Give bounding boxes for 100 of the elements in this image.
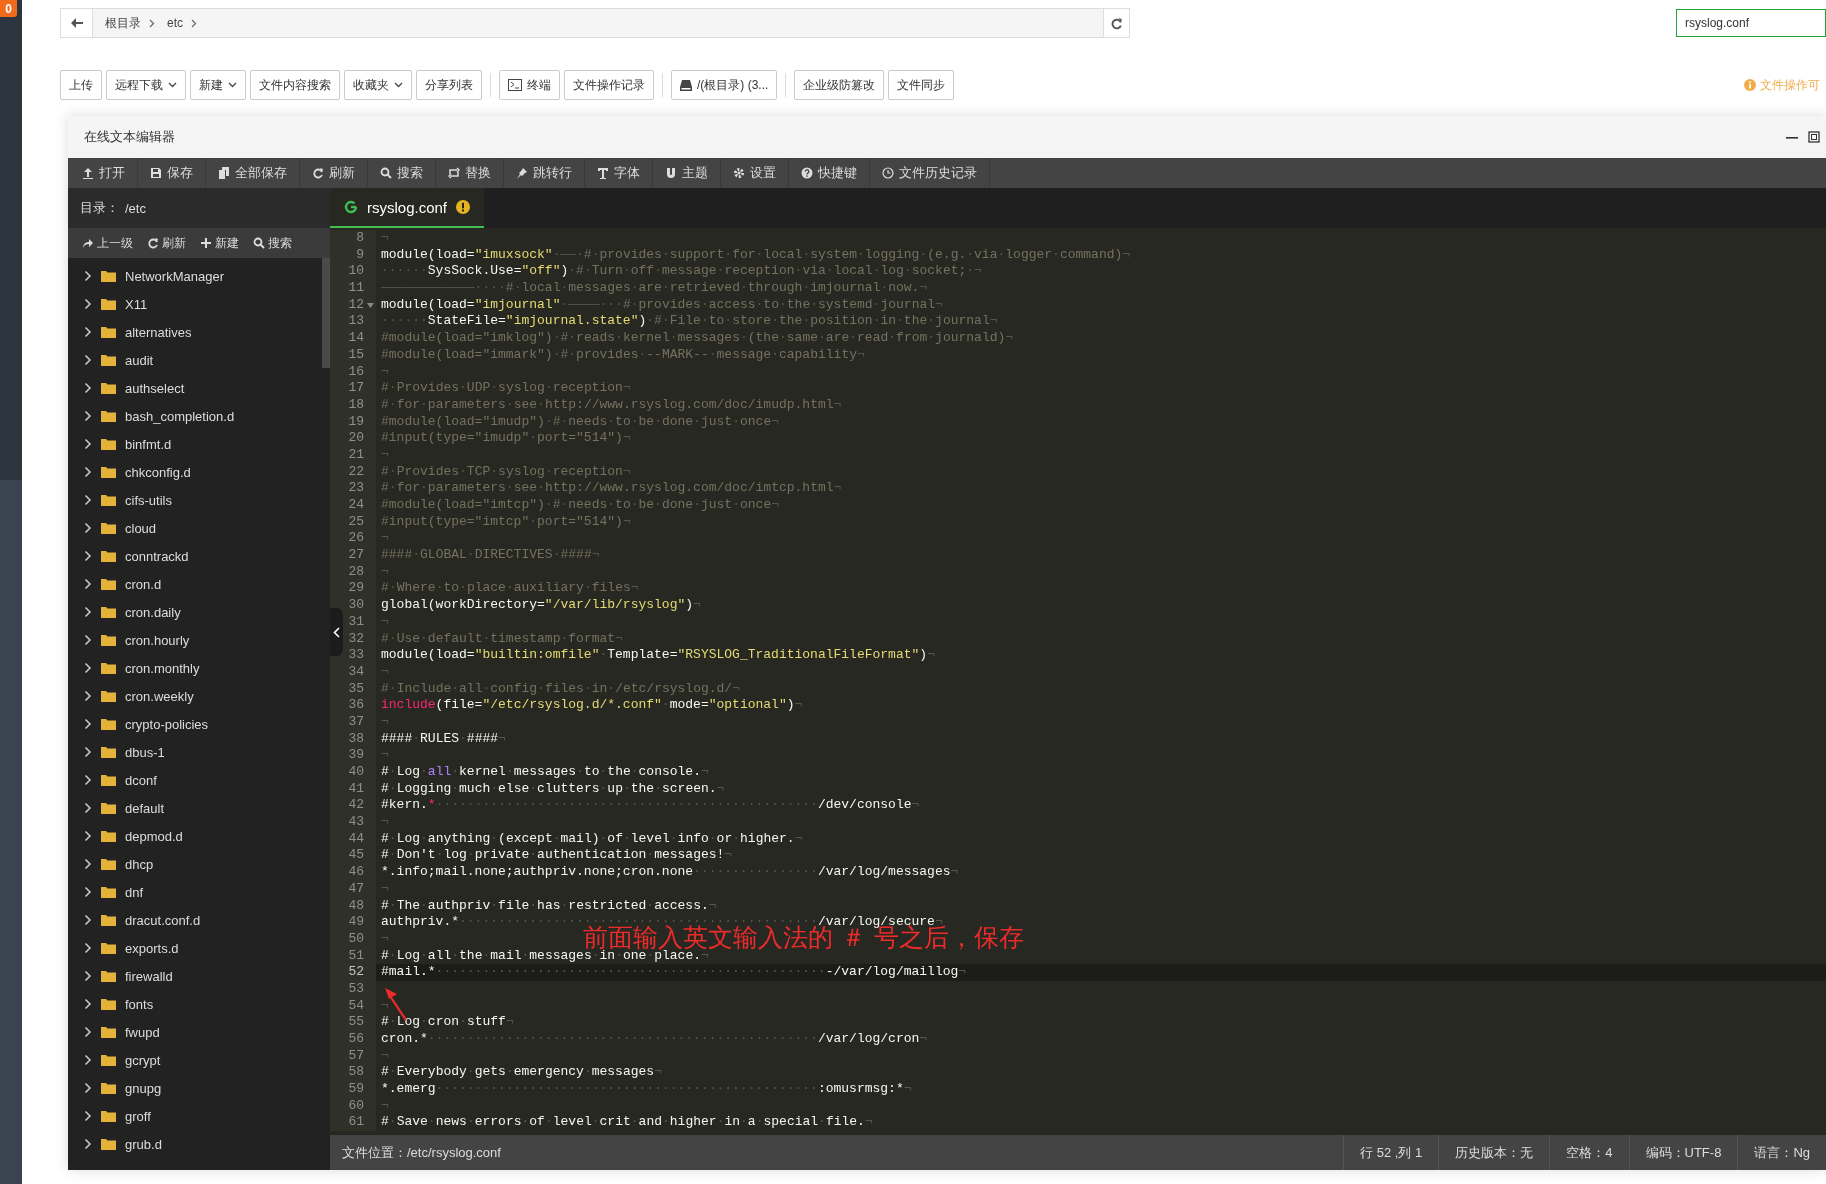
tree-item[interactable]: cron.d [68,570,320,598]
code-line: include(file="/etc/rsyslog.d/*.conf"·mode="optional")¬ [380,697,803,714]
search-field[interactable]: rsyslog.conf [1676,9,1826,37]
toolbar-button[interactable]: 文件内容搜索 [250,70,340,100]
code-line: *.info;mail.none;authpriv.none;cron.none················/var/log/messages¬ [380,864,959,881]
fold-icon[interactable] [367,302,374,308]
tree-item[interactable]: grub.d [68,1130,320,1158]
folder-icon [101,690,116,702]
folder-icon [101,802,116,814]
code-line: #·Where·to·place·auxiliary·files¬ [380,580,639,598]
tree-item[interactable]: exports.d [68,934,320,962]
back-button[interactable] [61,9,93,37]
toolbar-button[interactable]: /(根目录) (3... [671,70,778,100]
line-number: 10 [330,263,376,281]
refresh-badge-icon [344,200,358,214]
toolbar-button[interactable]: 收藏夹 [344,70,412,100]
code-line: ####·GLOBAL·DIRECTIVES·####¬ [380,547,600,564]
code-line: #module(load="imudp")·#·needs·to·be·done·just·once¬ [380,413,780,431]
toolbar-button[interactable]: 终端 [499,70,560,100]
code-line: module(load="imuxsock"·——·#·provides·support·for·local·system·logging·(e.g.·via·logger·command)¬ [380,246,1131,264]
sidebar-action[interactable]: 刷新 [141,228,192,258]
code-line: #·for·parameters·see·http://www.rsyslog.com/doc/imtcp.html¬ [380,480,842,497]
code-line: ¬ [380,930,389,948]
tree-item[interactable]: firewalld [68,962,320,990]
tree-item[interactable]: authselect [68,374,320,402]
refresh-button[interactable] [1103,9,1129,37]
maximize-icon[interactable] [1808,131,1820,143]
tree-item[interactable]: gnupg [68,1074,320,1102]
tree-item[interactable]: dbus-1 [68,738,320,766]
toolbar-button[interactable]: 分享列表 [416,70,482,100]
tree-item[interactable]: dnf [68,878,320,906]
code-line: #·Save·news·errors·of·level·crit·and·higher·in·a·special·file.¬ [380,1114,873,1132]
tree-item[interactable]: X11 [68,290,320,318]
terminal-icon [508,79,522,91]
tree-item[interactable]: cron.weekly [68,682,320,710]
tree-item[interactable]: dracut.conf.d [68,906,320,934]
code-line: ¬ [380,446,389,464]
sidebar-action[interactable]: 搜索 [247,228,298,258]
sidebar-action[interactable]: 新建 [194,228,245,258]
tree-item[interactable]: conntrackd [68,542,320,570]
chevron-right-icon [191,18,197,28]
tree-item[interactable]: groff [68,1102,320,1130]
text-icon [597,167,609,179]
collapse-handle[interactable] [330,608,343,656]
files-icon [218,167,230,179]
tree-item[interactable]: bash_completion.d [68,402,320,430]
tree-item[interactable]: crypto-policies [68,710,320,738]
folder-icon [101,1110,116,1122]
tree-item[interactable]: default [68,794,320,822]
code-line: ¬ [380,363,389,381]
folder-icon [101,606,116,618]
tree-item[interactable]: NetworkManager [68,262,320,290]
toolbar-button[interactable]: 文件同步 [888,70,955,100]
code-line: #mail.*··················································-/var/log/maillog¬ [380,964,967,981]
tree-item[interactable]: depmod.d [68,822,320,850]
upload-icon [82,167,94,179]
sidebar-action[interactable]: 上一级 [76,228,139,258]
toolbar-button[interactable]: 文件操作记录 [564,70,654,100]
tree-item[interactable]: cron.hourly [68,626,320,654]
code-line: #·The·authpriv·file·has·restricted·access.¬ [380,897,717,915]
toolbar-button[interactable]: 企业级防篡改 [794,70,885,100]
tree-item[interactable]: fwupd [68,1018,320,1046]
toolbar-button[interactable]: 远程下载 [106,70,186,100]
search-icon [253,237,265,249]
tree-item[interactable]: cron.monthly [68,654,320,682]
tree-item[interactable]: cloud [68,514,320,542]
directory-label: 目录： [80,199,119,217]
tree-item[interactable]: cron.daily [68,598,320,626]
file-tab[interactable]: rsyslog.conf [330,188,485,228]
folder-icon [101,410,116,422]
save-icon [150,167,162,179]
refresh-icon [312,167,324,179]
tree-item[interactable]: fonts [68,990,320,1018]
tree-item[interactable]: gcrypt [68,1046,320,1074]
tree-item[interactable]: alternatives [68,318,320,346]
line-number: 23 [330,480,376,497]
breadcrumb-link[interactable]: etc [163,16,183,30]
breadcrumb-link[interactable]: 根目录 [101,14,141,32]
tree-item[interactable]: audit [68,346,320,374]
back-arrow-icon [70,18,83,28]
line-number: 29 [330,580,376,598]
swap-icon [448,167,460,179]
folder-icon [101,1138,116,1150]
tree-item[interactable]: chkconfig.d [68,458,320,486]
tree-item[interactable]: cifs-utils [68,486,320,514]
folder-icon [101,998,116,1010]
drive-icon [680,79,692,91]
toolbar-button[interactable]: 新建 [190,70,246,100]
scrollbar-thumb[interactable] [322,258,330,368]
line-number: 26 [330,530,376,548]
window-title: 在线文本编辑器 [84,128,175,146]
code-line: ¬ [380,1047,389,1065]
folder-icon [101,1082,116,1094]
tree-item[interactable]: binfmt.d [68,430,320,458]
toolbar-button[interactable]: 上传 [60,70,102,100]
code-line: #·Use·default·timestamp·format¬ [380,630,623,648]
line-number: 17 [330,380,376,397]
tree-item[interactable]: dhcp [68,850,320,878]
pin-icon [516,167,528,179]
tree-item[interactable]: dconf [68,766,320,794]
